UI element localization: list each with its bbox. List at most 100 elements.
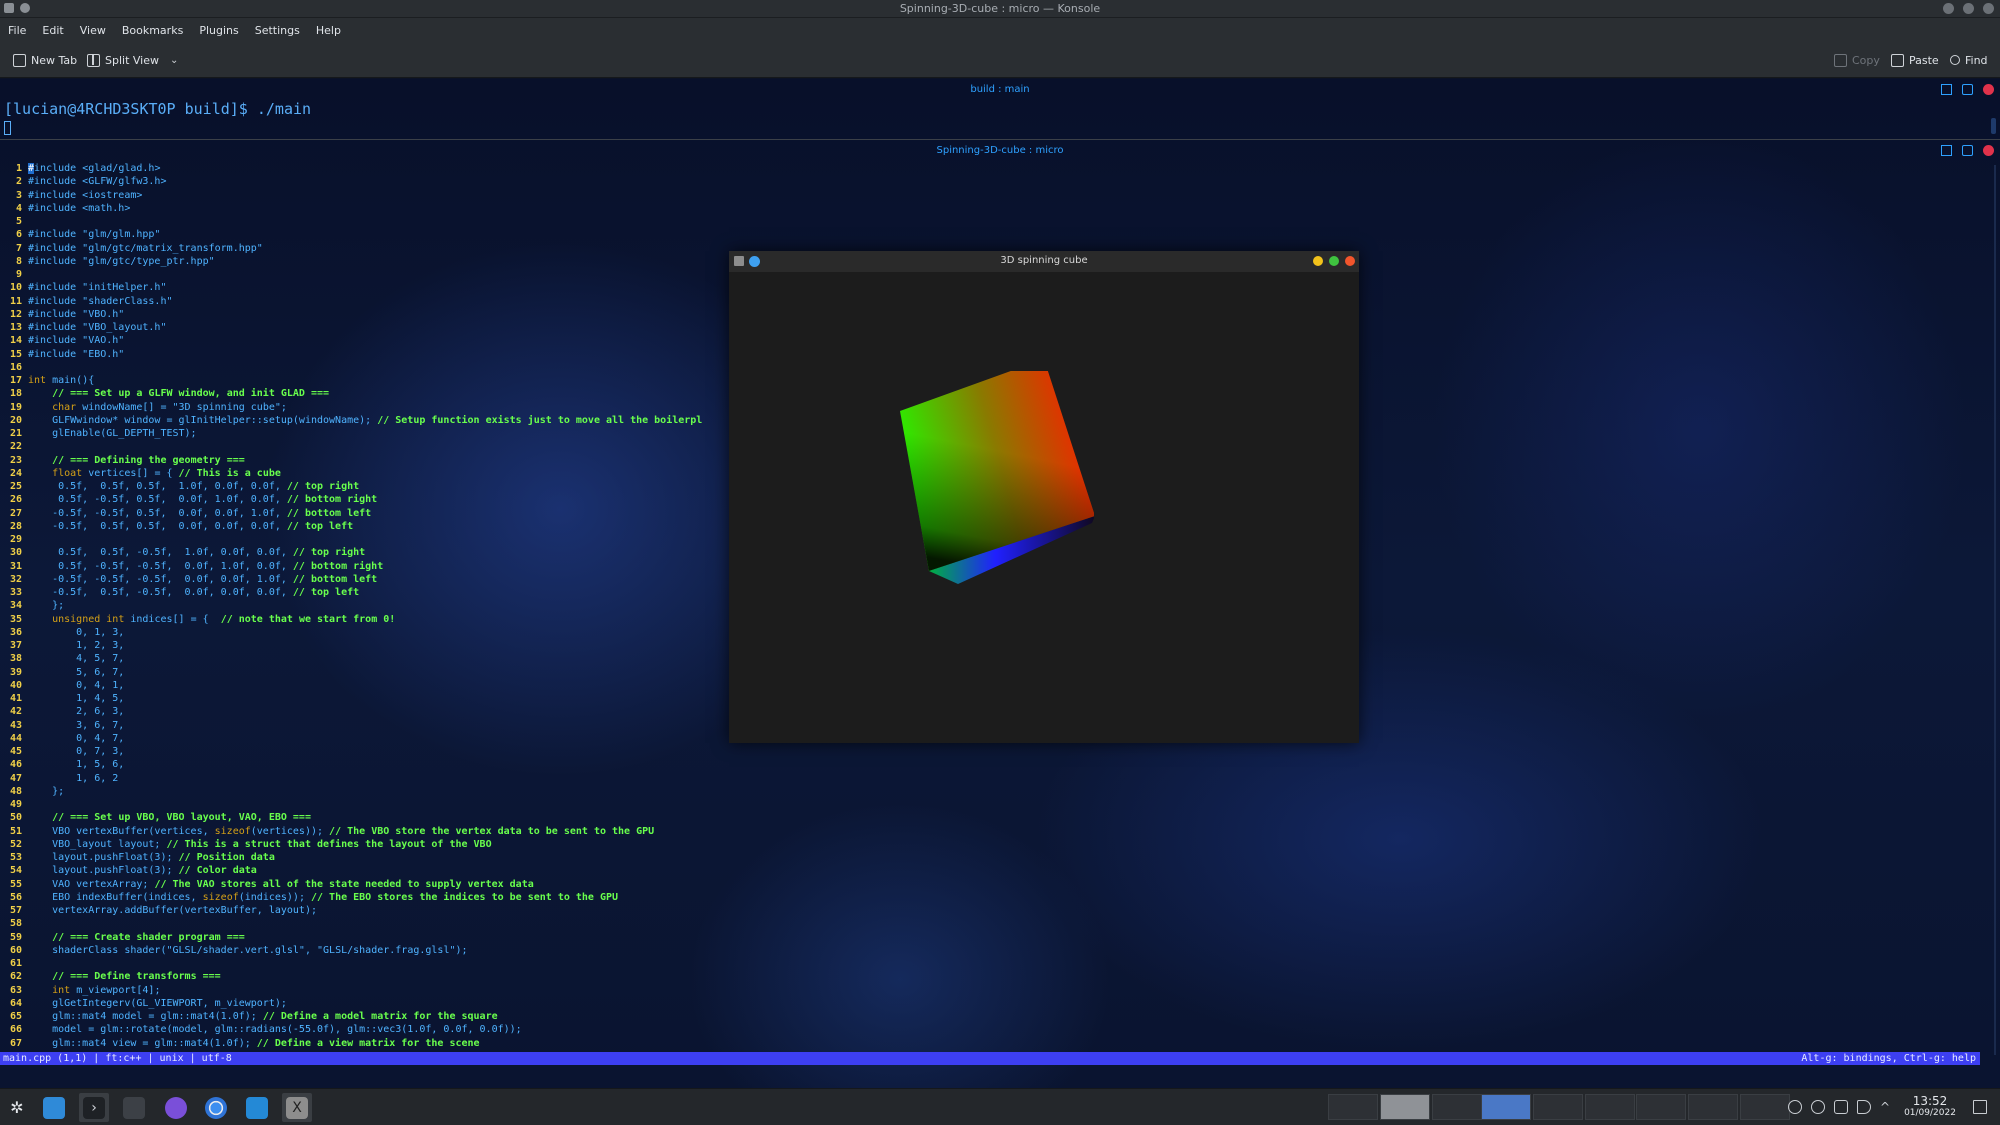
- taskbar-github[interactable]: [161, 1093, 191, 1122]
- minimize-button[interactable]: [1313, 256, 1323, 266]
- code-line[interactable]: 28 -0.5f, 0.5f, 0.5f, 0.0f, 0.0f, 0.0f, …: [0, 520, 740, 533]
- split-view-button[interactable]: Split View ⌄: [87, 51, 178, 69]
- code-line[interactable]: 57 vertexArray.addBuffer(vertexBuffer, l…: [0, 904, 740, 917]
- taskbar-system-monitor[interactable]: [119, 1093, 149, 1122]
- code-line[interactable]: 54 layout.pushFloat(3); // Color data: [0, 864, 740, 877]
- minimize-button[interactable]: [1943, 3, 1954, 14]
- code-line[interactable]: 45 0, 7, 3,: [0, 745, 740, 758]
- code-line[interactable]: 24 float vertices[] = { // This is a cub…: [0, 467, 740, 480]
- code-line[interactable]: 27 -0.5f, -0.5f, 0.5f, 0.0f, 0.0f, 1.0f,…: [0, 507, 740, 520]
- code-line[interactable]: 32 -0.5f, -0.5f, -0.5f, 0.0f, 0.0f, 1.0f…: [0, 573, 740, 586]
- maximize-pane-icon[interactable]: [1941, 145, 1952, 156]
- code-line[interactable]: 15 #include "EBO.h": [0, 348, 740, 361]
- code-line[interactable]: 6 #include "glm/glm.hpp": [0, 228, 740, 241]
- code-line[interactable]: 35 unsigned int indices[] = { // note th…: [0, 613, 740, 626]
- code-line[interactable]: 49: [0, 798, 740, 811]
- taskbar-vscode[interactable]: [242, 1093, 272, 1122]
- code-line[interactable]: 22: [0, 440, 740, 453]
- code-line[interactable]: 50 // === Set up VBO, VBO layout, VAO, E…: [0, 811, 740, 824]
- pager-desktop-8[interactable]: [1688, 1094, 1738, 1120]
- code-line[interactable]: 10 #include "initHelper.h": [0, 281, 740, 294]
- code-line[interactable]: 67 glm::mat4 view = glm::mat4(1.0f); // …: [0, 1037, 740, 1050]
- detach-pane-icon[interactable]: [1962, 84, 1973, 95]
- code-line[interactable]: 53 layout.pushFloat(3); // Position data: [0, 851, 740, 864]
- pager-desktop-3[interactable]: [1432, 1094, 1482, 1120]
- code-line[interactable]: 66 model = glm::rotate(model, glm::radia…: [0, 1023, 740, 1036]
- pager-desktop-6[interactable]: [1585, 1094, 1635, 1120]
- code-line[interactable]: 8 #include "glm/gtc/type_ptr.hpp": [0, 255, 740, 268]
- code-line[interactable]: 51 VBO vertexBuffer(vertices, sizeof(ver…: [0, 825, 740, 838]
- code-line[interactable]: 60 shaderClass shader("GLSL/shader.vert.…: [0, 944, 740, 957]
- code-line[interactable]: 64 glGetIntegerv(GL_VIEWPORT, m_viewport…: [0, 997, 740, 1010]
- code-line[interactable]: 63 int m_viewport[4];: [0, 984, 740, 997]
- code-line[interactable]: 55 VAO vertexArray; // The VAO stores al…: [0, 878, 740, 891]
- code-line[interactable]: 40 0, 4, 1,: [0, 679, 740, 692]
- pager-desktop-9[interactable]: [1740, 1094, 1790, 1120]
- menu-plugins[interactable]: Plugins: [199, 24, 238, 37]
- clock[interactable]: 13:52 01/09/2022: [1898, 1094, 1962, 1118]
- code-line[interactable]: 37 1, 2, 3,: [0, 639, 740, 652]
- code-line[interactable]: 39 5, 6, 7,: [0, 666, 740, 679]
- code-line[interactable]: 13 #include "VBO_layout.h": [0, 321, 740, 334]
- code-line[interactable]: 38 4, 5, 7,: [0, 652, 740, 665]
- code-line[interactable]: 23 // === Defining the geometry ===: [0, 454, 740, 467]
- menu-settings[interactable]: Settings: [255, 24, 300, 37]
- menu-bookmarks[interactable]: Bookmarks: [122, 24, 183, 37]
- bottom-pane-scrollbar[interactable]: [1994, 165, 1996, 1055]
- volume-icon[interactable]: [1857, 1100, 1871, 1114]
- detach-pane-icon[interactable]: [1962, 145, 1973, 156]
- taskbar-konsole[interactable]: ›: [79, 1093, 109, 1122]
- code-line[interactable]: 1 #include <glad/glad.h>: [0, 162, 740, 175]
- code-line[interactable]: 34 };: [0, 599, 740, 612]
- find-button[interactable]: Find: [1950, 51, 1988, 69]
- pager-desktop-5[interactable]: [1533, 1094, 1583, 1120]
- taskbar-chrome[interactable]: [201, 1093, 231, 1122]
- media-player-icon[interactable]: [1788, 1100, 1802, 1114]
- close-pane-icon[interactable]: [1983, 145, 1994, 156]
- close-button[interactable]: [1983, 3, 1994, 14]
- taskbar-x11-app[interactable]: X: [282, 1093, 312, 1122]
- new-tab-button[interactable]: New Tab: [13, 51, 77, 69]
- menu-help[interactable]: Help: [316, 24, 341, 37]
- pager-desktop-1[interactable]: [1328, 1094, 1378, 1120]
- code-editor[interactable]: 1 #include <glad/glad.h> 2 #include <GLFW/g…: [0, 162, 740, 1050]
- code-line[interactable]: 18 // === Set up a GLFW window, and init…: [0, 387, 740, 400]
- code-line[interactable]: 48 };: [0, 785, 740, 798]
- pager-desktop-4[interactable]: [1481, 1094, 1531, 1120]
- code-line[interactable]: 16: [0, 361, 740, 374]
- app-launcher[interactable]: ✲: [2, 1093, 32, 1122]
- maximize-button[interactable]: [1963, 3, 1974, 14]
- code-line[interactable]: 17 int main(){: [0, 374, 740, 387]
- code-line[interactable]: 44 0, 4, 7,: [0, 732, 740, 745]
- code-line[interactable]: 3 #include <iostream>: [0, 189, 740, 202]
- code-line[interactable]: 62 // === Define transforms ===: [0, 970, 740, 983]
- maximize-button[interactable]: [1329, 256, 1339, 266]
- close-button[interactable]: [1345, 256, 1355, 266]
- menu-view[interactable]: View: [80, 24, 106, 37]
- code-line[interactable]: 59 // === Create shader program ===: [0, 931, 740, 944]
- code-line[interactable]: 30 0.5f, 0.5f, -0.5f, 1.0f, 0.0f, 0.0f, …: [0, 546, 740, 559]
- code-line[interactable]: 2 #include <GLFW/glfw3.h>: [0, 175, 740, 188]
- code-line[interactable]: 56 EBO indexBuffer(indices, sizeof(indic…: [0, 891, 740, 904]
- code-line[interactable]: 19 char windowName[] = "3D spinning cube…: [0, 401, 740, 414]
- chevron-down-icon[interactable]: ⌄: [170, 55, 178, 66]
- pager-desktop-7[interactable]: [1636, 1094, 1686, 1120]
- gl-window-titlebar[interactable]: 3D spinning cube: [729, 251, 1359, 272]
- close-pane-icon[interactable]: [1983, 84, 1994, 95]
- code-line[interactable]: 5: [0, 215, 740, 228]
- gl-window[interactable]: 3D spinning cube: [729, 251, 1359, 743]
- paste-button[interactable]: Paste: [1891, 51, 1939, 69]
- code-line[interactable]: 9: [0, 268, 740, 281]
- code-line[interactable]: 31 0.5f, -0.5f, -0.5f, 0.0f, 1.0f, 0.0f,…: [0, 560, 740, 573]
- code-line[interactable]: 14 #include "VAO.h": [0, 334, 740, 347]
- code-line[interactable]: 29: [0, 533, 740, 546]
- pane-divider[interactable]: [0, 139, 2000, 140]
- code-line[interactable]: 26 0.5f, -0.5f, 0.5f, 0.0f, 1.0f, 0.0f, …: [0, 493, 740, 506]
- code-line[interactable]: 58: [0, 917, 740, 930]
- pager-desktop-2[interactable]: [1380, 1094, 1430, 1120]
- menu-file[interactable]: File: [8, 24, 26, 37]
- code-line[interactable]: 11 #include "shaderClass.h": [0, 295, 740, 308]
- code-line[interactable]: 47 1, 6, 2: [0, 772, 740, 785]
- code-line[interactable]: 25 0.5f, 0.5f, 0.5f, 1.0f, 0.0f, 0.0f, /…: [0, 480, 740, 493]
- chevron-up-icon[interactable]: ^: [1880, 1100, 1894, 1114]
